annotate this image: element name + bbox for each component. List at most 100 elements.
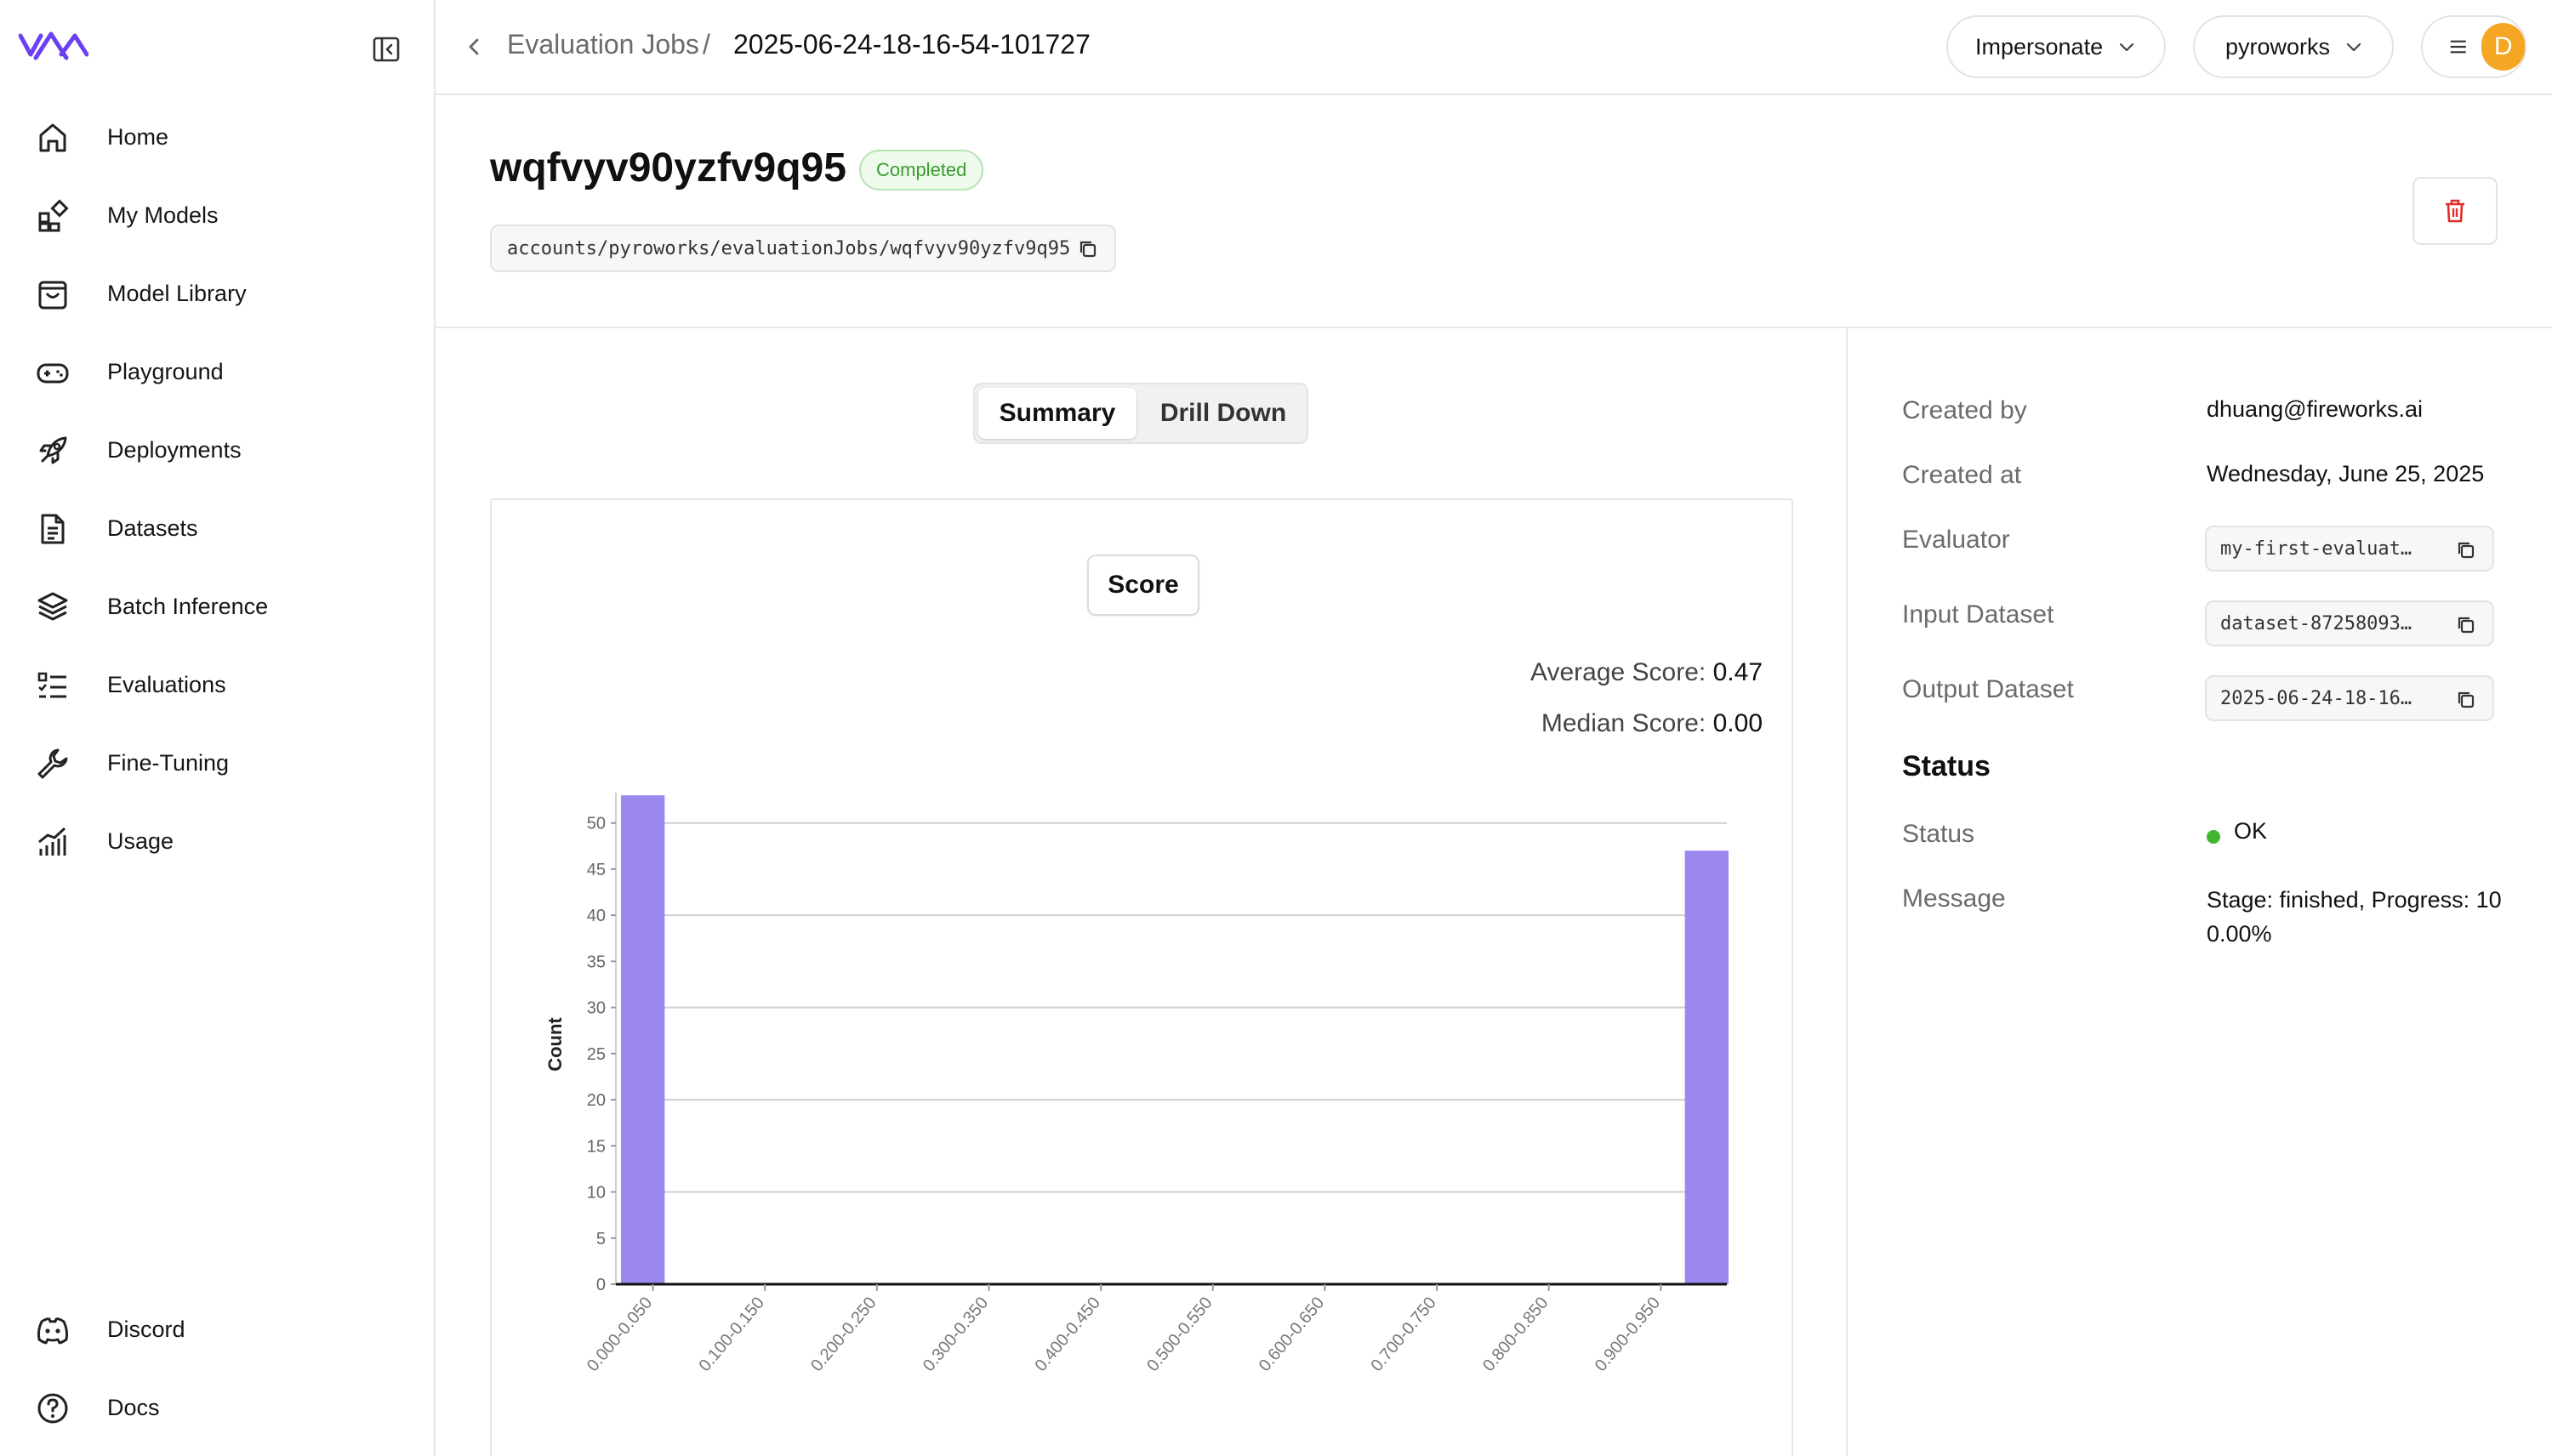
job-header: wqfvyv90yzfv9q95 Completed accounts/pyro… [436, 97, 2552, 328]
chart-x-tick-label: 0.700-0.750 [1367, 1294, 1439, 1375]
chart-y-tick-label: 15 [587, 1137, 606, 1156]
sidebar-item-home[interactable]: Home [0, 104, 434, 172]
user-menu-button[interactable]: D [2421, 15, 2526, 78]
input-dataset-label: Input Dataset [1902, 600, 2054, 628]
sidebar-item-playground[interactable]: Playground [0, 338, 434, 407]
chart-y-tick-label: 0 [596, 1276, 606, 1294]
account-label: pyroworks [2225, 33, 2331, 60]
sidebar-item-label: My Models [107, 202, 219, 228]
copy-icon[interactable] [1077, 238, 1099, 260]
chart-x-tick-label: 0.800-0.850 [1479, 1294, 1552, 1375]
sidebar-item-batch-inference[interactable]: Batch Inference [0, 573, 434, 641]
impersonate-label: Impersonate [1975, 33, 2104, 60]
output-dataset-value: 2025-06-24-18-16… [2220, 687, 2412, 709]
copy-icon[interactable] [2455, 614, 2477, 636]
sidebar-item-label: Evaluations [107, 672, 226, 697]
median-score-label: Median Score: [1541, 709, 1706, 737]
details-panel: Created by dhuang@fireworks.ai Created a… [1849, 328, 2552, 1456]
chevron-down-icon [2119, 43, 2134, 52]
rocket-icon [39, 436, 67, 464]
sidebar-item-label: Playground [107, 359, 224, 384]
chevron-left-icon[interactable] [461, 32, 487, 61]
wrench-icon [37, 748, 68, 779]
chart-x-tick-label: 0.300-0.350 [920, 1294, 992, 1375]
breadcrumb-parent[interactable]: Evaluation Jobs [507, 29, 699, 60]
breadcrumb-separator: / [703, 29, 710, 60]
sidebar-item-label: Docs [107, 1395, 160, 1420]
evaluator-label: Evaluator [1902, 526, 2010, 554]
sidebar-item-label: Fine-Tuning [107, 750, 230, 776]
sidebar-item-label: Deployments [107, 437, 242, 463]
chart-x-tick-label: 0.200-0.250 [807, 1294, 880, 1375]
sidebar-item-docs[interactable]: Docs [0, 1374, 434, 1442]
chart-bar [621, 795, 665, 1284]
status-label: Status [1902, 820, 1975, 848]
fireworks-logo[interactable] [19, 29, 88, 65]
menu-icon [2450, 40, 2466, 54]
message-label: Message [1902, 884, 2006, 913]
sidebar-item-evaluations[interactable]: Evaluations [0, 651, 434, 719]
evaluator-value: my-first-evaluat… [2220, 537, 2412, 560]
sidebar-item-model-library[interactable]: Model Library [0, 260, 434, 328]
copy-icon[interactable] [2455, 689, 2477, 711]
chart-y-tick-label: 50 [587, 815, 606, 833]
chart-x-tick-label: 0.000-0.050 [584, 1294, 656, 1375]
chart-y-tick-label: 5 [596, 1230, 606, 1248]
status-badge: Completed [859, 150, 984, 191]
status-indicator [2207, 830, 2220, 844]
document-icon [41, 514, 65, 544]
chart-x-tick-label: 0.400-0.450 [1031, 1294, 1103, 1375]
created-by-label: Created by [1902, 396, 2027, 424]
chart-x-tick-label: 0.900-0.950 [1592, 1294, 1664, 1375]
tab-summary[interactable]: Summary [978, 388, 1136, 439]
sidebar-item-datasets[interactable]: Datasets [0, 495, 434, 563]
sidebar: Home My Models Model Library Playground … [0, 0, 436, 1456]
score-histogram: 0 5 10 15 20 25 30 35 40 45 50 Count 0.000-0.050 0.10… [544, 793, 1729, 1375]
sidebar-item-label: Usage [107, 828, 174, 854]
median-score-value: 0.00 [1712, 709, 1763, 737]
chart-y-tick-label: 35 [587, 953, 606, 971]
created-by-value: dhuang@fireworks.ai [2207, 396, 2424, 422]
tab-drill-down[interactable]: Drill Down [1140, 388, 1307, 439]
input-dataset-chip: dataset-87258093… [2205, 600, 2494, 646]
sidebar-item-my-models[interactable]: My Models [0, 182, 434, 250]
collapse-sidebar-icon[interactable] [371, 34, 402, 65]
topbar: Evaluation Jobs / 2025-06-24-18-16-54-10… [436, 0, 2552, 95]
sidebar-item-fine-tuning[interactable]: Fine-Tuning [0, 730, 434, 798]
layers-icon [37, 592, 68, 621]
chart-y-axis-label: Count [544, 1017, 566, 1072]
median-score: Median Score: 0.00 [1541, 709, 1763, 738]
input-dataset-value: dataset-87258093… [2220, 612, 2412, 634]
status-heading: Status [1902, 750, 1991, 782]
discord-icon [37, 1317, 69, 1345]
sidebar-item-usage[interactable]: Usage [0, 808, 434, 876]
average-score-value: 0.47 [1712, 658, 1763, 686]
created-at-value: Wednesday, June 25, 2025 [2207, 461, 2485, 486]
help-icon [37, 1393, 68, 1424]
tab-score[interactable]: Score [1087, 555, 1199, 616]
view-tabs: Summary Drill Down [973, 383, 1308, 444]
output-dataset-label: Output Dataset [1902, 675, 2074, 703]
sidebar-item-discord[interactable]: Discord [0, 1296, 434, 1364]
chart-y-tick-label: 20 [587, 1091, 606, 1110]
average-score-label: Average Score: [1530, 658, 1706, 686]
chart-y-tick-label: 40 [587, 907, 606, 925]
delete-button[interactable] [2412, 177, 2498, 245]
sidebar-item-label: Discord [107, 1317, 185, 1342]
resource-path-text: accounts/pyroworks/evaluationJobs/wqfvyv… [507, 237, 1071, 259]
copy-icon[interactable] [2455, 539, 2477, 561]
sidebar-item-label: Model Library [107, 281, 247, 306]
sidebar-item-deployments[interactable]: Deployments [0, 417, 434, 485]
evaluator-chip: my-first-evaluat… [2205, 526, 2494, 572]
account-dropdown[interactable]: pyroworks [2193, 15, 2394, 78]
chart-x-tick-label: 0.600-0.650 [1256, 1294, 1328, 1375]
page-title: wqfvyv90yzfv9q95 [490, 145, 846, 191]
breadcrumb-current: 2025-06-24-18-16-54-101727 [733, 29, 1091, 60]
library-icon [38, 281, 67, 310]
chart-y-tick-label: 45 [587, 861, 606, 879]
chart-x-tick-label: 0.500-0.550 [1143, 1294, 1216, 1375]
trash-icon [2446, 199, 2464, 223]
main-content: Summary Drill Down Score Average Score: … [436, 328, 1848, 1456]
impersonate-dropdown[interactable]: Impersonate [1946, 15, 2166, 78]
chart-icon [38, 827, 66, 856]
